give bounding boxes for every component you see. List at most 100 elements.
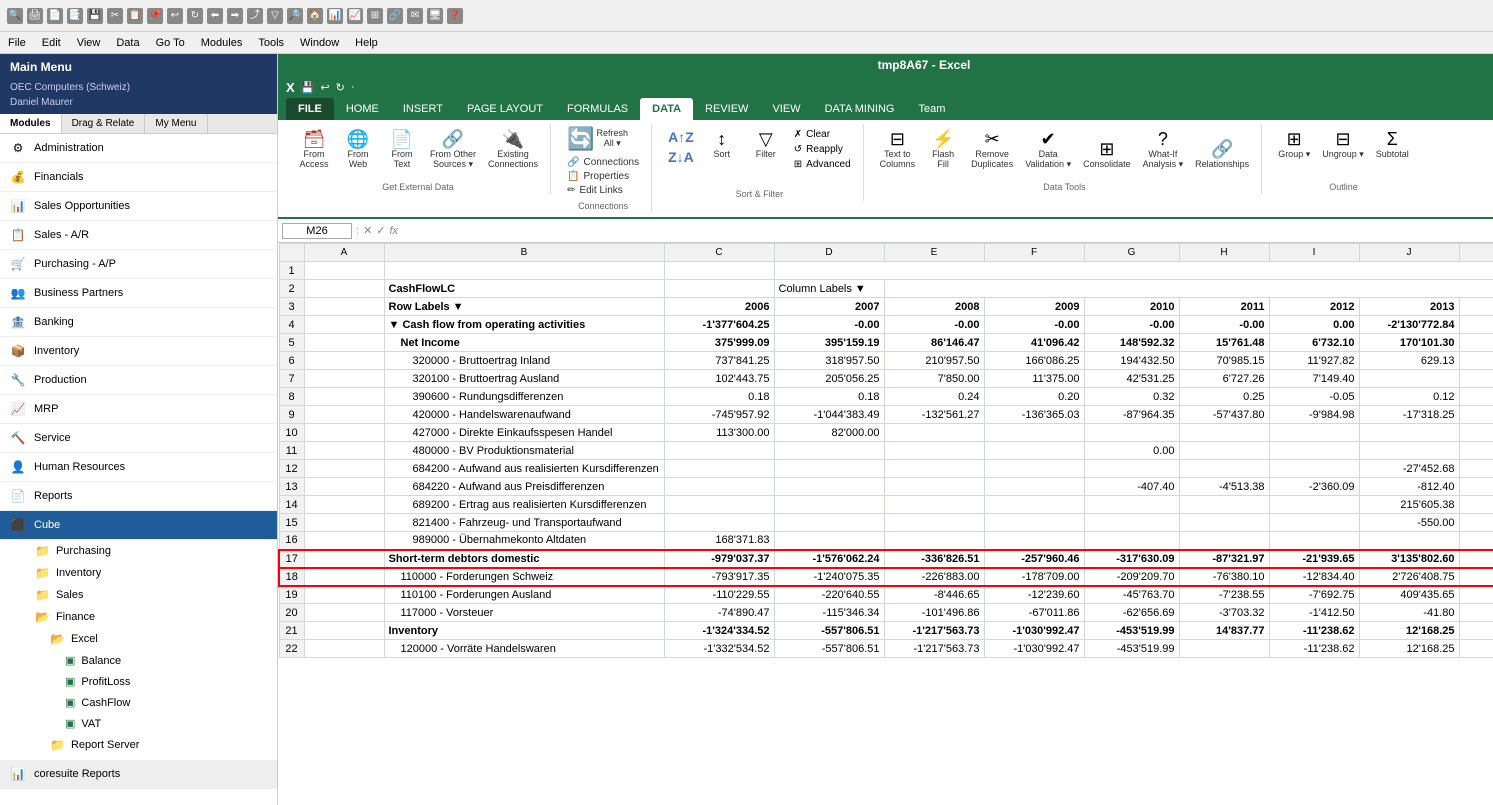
cell-5-f[interactable]: 41'096.42	[984, 334, 1084, 352]
cell-12-a[interactable]	[304, 460, 384, 478]
cell-10-e[interactable]	[884, 424, 984, 442]
cell-10-g[interactable]	[1084, 424, 1179, 442]
cell-10-c[interactable]: 113'300.00	[664, 424, 774, 442]
cell-11-a[interactable]	[304, 442, 384, 460]
cell-6-f[interactable]: 166'086.25	[984, 352, 1084, 370]
cell-19-c[interactable]: -110'229.55	[664, 586, 774, 604]
cell-6-g[interactable]: 194'432.50	[1084, 352, 1179, 370]
sidebar-item-banking[interactable]: 🏦 Banking	[0, 308, 277, 337]
cell-2-a[interactable]	[304, 280, 384, 298]
cell-22-j[interactable]: 12'168.25	[1359, 640, 1459, 658]
cell-21-a[interactable]	[304, 622, 384, 640]
toolbar-icon-1[interactable]: 🔍	[7, 8, 23, 24]
quick-more[interactable]: ·	[351, 81, 355, 93]
cell-6-d[interactable]: 318'957.50	[774, 352, 884, 370]
spreadsheet-container[interactable]: A B C D E F G H I J K	[278, 243, 1493, 805]
menu-tools[interactable]: Tools	[258, 37, 284, 49]
cell-20-a[interactable]	[304, 604, 384, 622]
sidebar-item-business-partners[interactable]: 👥 Business Partners	[0, 279, 277, 308]
cell-22-b[interactable]: 120000 - Vorräte Handelswaren	[384, 640, 664, 658]
cell-12-b[interactable]: 684200 - Aufwand aus realisierten Kursdi…	[384, 460, 664, 478]
cell-11-b[interactable]: 480000 - BV Produktionsmaterial	[384, 442, 664, 460]
toolbar-icon-20[interactable]: 🔗	[387, 8, 403, 24]
sidebar-item-service[interactable]: 🔨 Service	[0, 424, 277, 453]
cell-4-f[interactable]: -0.00	[984, 316, 1084, 334]
cell-3-e[interactable]: 2008	[884, 298, 984, 316]
cell-13-f[interactable]	[984, 478, 1084, 496]
cell-7-f[interactable]: 11'375.00	[984, 370, 1084, 388]
cell-14-h[interactable]	[1179, 496, 1269, 514]
cell-14-f[interactable]	[984, 496, 1084, 514]
cell-11-j[interactable]	[1359, 442, 1459, 460]
cell-7-d[interactable]: 205'056.25	[774, 370, 884, 388]
cell-15-b[interactable]: 821400 - Fahrzeug- und Transportaufwand	[384, 514, 664, 532]
quick-save[interactable]: 💾	[301, 81, 315, 94]
sidebar-item-human-resources[interactable]: 👤 Human Resources	[0, 453, 277, 482]
clear-button[interactable]: ✗ Clear	[790, 128, 855, 141]
tab-view[interactable]: VIEW	[760, 98, 812, 120]
cell-16-a[interactable]	[304, 532, 384, 550]
col-header-i[interactable]: I	[1269, 244, 1359, 262]
cell-19-h[interactable]: -7'238.55	[1179, 586, 1269, 604]
cell-10-a[interactable]	[304, 424, 384, 442]
menu-data[interactable]: Data	[116, 37, 139, 49]
cell-4-a[interactable]	[304, 316, 384, 334]
cell-14-b[interactable]: 689200 - Ertrag aus realisierten Kursdif…	[384, 496, 664, 514]
cell-8-h[interactable]: 0.25	[1179, 388, 1269, 406]
tree-finance[interactable]: 📂 Finance	[0, 606, 277, 628]
cell-19-g[interactable]: -45'763.70	[1084, 586, 1179, 604]
cell-5-g[interactable]: 148'592.32	[1084, 334, 1179, 352]
cell-17-k[interactable]: -440'975.69	[1459, 550, 1493, 568]
sidebar-item-coresuite[interactable]: 📊 coresuite Reports	[0, 760, 277, 789]
subtotal-button[interactable]: Σ Subtotal	[1372, 128, 1413, 162]
sidebar-item-cube[interactable]: ⬛ Cube	[0, 511, 277, 540]
tab-home[interactable]: HOME	[334, 98, 391, 120]
formula-bar-times[interactable]: ✕	[363, 224, 372, 237]
cell-18-g[interactable]: -209'209.70	[1084, 568, 1179, 586]
cell-2-b[interactable]: CashFlowLC	[384, 280, 664, 298]
cell-18-a[interactable]	[304, 568, 384, 586]
cell-4-b[interactable]: ▼ Cash flow from operating activities	[384, 316, 664, 334]
toolbar-icon-2[interactable]: 🖨	[27, 8, 43, 24]
cell-4-k[interactable]: -3'508'377.09	[1459, 316, 1493, 334]
toolbar-icon-9[interactable]: ↩	[167, 8, 183, 24]
cell-9-j[interactable]: -17'318.25	[1359, 406, 1459, 424]
properties-button[interactable]: 📋 Properties	[563, 170, 643, 183]
cell-18-f[interactable]: -178'709.00	[984, 568, 1084, 586]
cell-17-g[interactable]: -317'630.09	[1084, 550, 1179, 568]
cell-19-f[interactable]: -12'239.60	[984, 586, 1084, 604]
cell-14-d[interactable]	[774, 496, 884, 514]
cell-5-b[interactable]: Net Income	[384, 334, 664, 352]
quick-redo[interactable]: ↻	[336, 81, 345, 94]
sidebar-tab-modules[interactable]: Modules	[0, 114, 62, 133]
remove-duplicates-button[interactable]: ✂ RemoveDuplicates	[967, 128, 1017, 172]
cell-3-b[interactable]: Row Labels ▼	[384, 298, 664, 316]
cell-7-b[interactable]: 320100 - Bruttoertrag Ausland	[384, 370, 664, 388]
cell-12-e[interactable]	[884, 460, 984, 478]
cell-6-c[interactable]: 737'841.25	[664, 352, 774, 370]
cell-11-f[interactable]	[984, 442, 1084, 460]
cell-18-h[interactable]: -76'380.10	[1179, 568, 1269, 586]
cell-21-d[interactable]: -557'806.51	[774, 622, 884, 640]
cell-22-a[interactable]	[304, 640, 384, 658]
toolbar-icon-12[interactable]: ➡	[227, 8, 243, 24]
cell-8-k[interactable]: 1.44	[1459, 388, 1493, 406]
cell-8-i[interactable]: -0.05	[1269, 388, 1359, 406]
cell-11-i[interactable]	[1269, 442, 1359, 460]
cell-17-f[interactable]: -257'960.46	[984, 550, 1084, 568]
tab-formulas[interactable]: FORMULAS	[555, 98, 640, 120]
cell-20-j[interactable]: -41.80	[1359, 604, 1459, 622]
cell-20-f[interactable]: -67'011.86	[984, 604, 1084, 622]
cell-21-e[interactable]: -1'217'563.73	[884, 622, 984, 640]
toolbar-icon-19[interactable]: ⊞	[367, 8, 383, 24]
tree-excel[interactable]: 📂 Excel	[0, 628, 277, 650]
consolidate-button[interactable]: ⊞ Consolidate	[1079, 138, 1135, 172]
cell-13-a[interactable]	[304, 478, 384, 496]
tree-reportserver[interactable]: 📁 Report Server	[0, 734, 277, 756]
cell-17-i[interactable]: -21'939.65	[1269, 550, 1359, 568]
cell-16-c[interactable]: 168'371.83	[664, 532, 774, 550]
cell-13-g[interactable]: -407.40	[1084, 478, 1179, 496]
tab-file[interactable]: FILE	[286, 98, 334, 120]
cell-15-g[interactable]	[1084, 514, 1179, 532]
cell-1-rest[interactable]	[774, 262, 1493, 280]
